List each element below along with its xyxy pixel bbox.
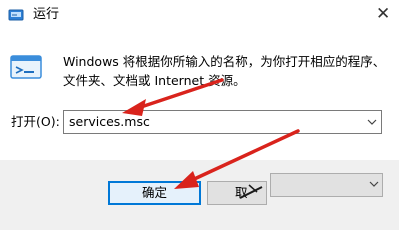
cancel-button[interactable]: 取: [207, 181, 267, 205]
description-text: Windows 将根据你所输入的名称，为你打开相应的程序、 文件夹、文档或 In…: [63, 54, 386, 88]
window-title: 运行: [33, 7, 60, 22]
run-window-icon: [10, 55, 42, 79]
browse-dropdown-icon: [369, 181, 379, 187]
open-input[interactable]: services.msc: [69, 114, 150, 130]
run-dialog: 运行 ✕ Windows 将根据你所输入的名称，为你打开相应的程序、 文件夹、文…: [0, 0, 399, 230]
close-button[interactable]: ✕: [368, 0, 399, 30]
close-icon: ✕: [376, 4, 391, 24]
run-app-icon: [8, 9, 24, 21]
open-label: 打开(O):: [11, 114, 60, 129]
title-bar: 运行 ✕: [0, 0, 399, 32]
ok-button[interactable]: 确定: [108, 181, 201, 205]
open-combobox[interactable]: services.msc: [63, 110, 382, 134]
chevron-down-icon[interactable]: [364, 111, 380, 133]
